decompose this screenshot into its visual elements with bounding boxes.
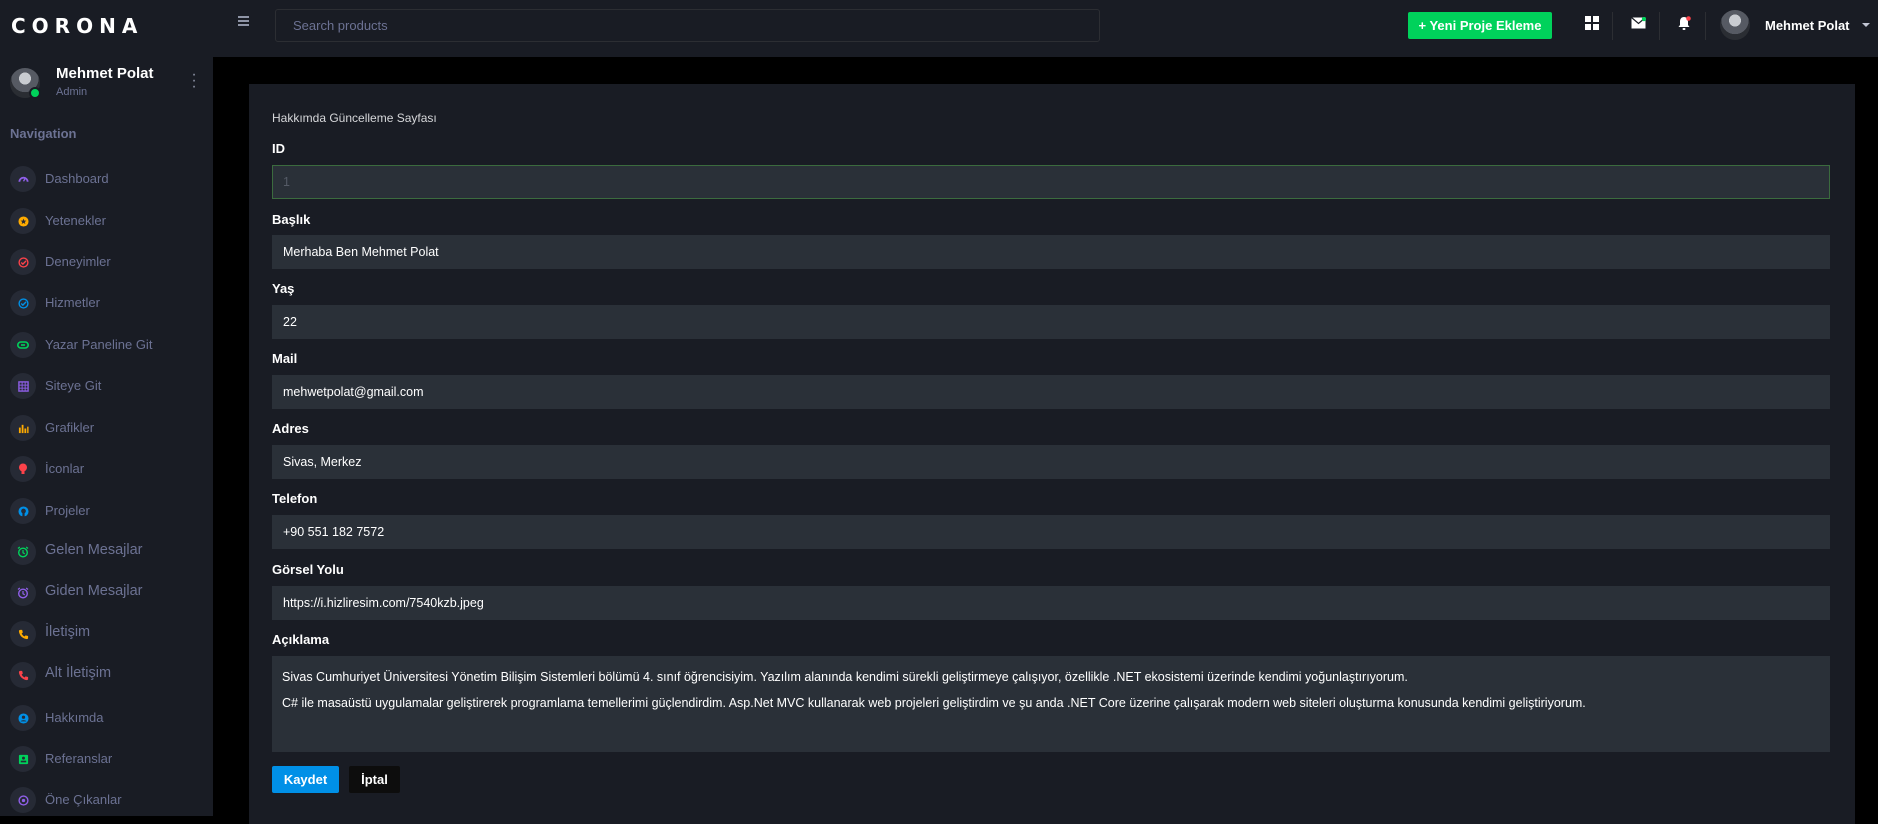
sidebar-item-giden-mesajlar[interactable]: Giden Mesajlar — [10, 578, 210, 608]
baslik-label: Başlık — [272, 212, 311, 227]
id-label: ID — [272, 141, 285, 156]
sidebar-item-projeler[interactable]: Projeler — [10, 496, 210, 526]
grid-icon[interactable] — [1583, 14, 1601, 32]
chevron-down-icon — [1862, 23, 1870, 27]
sidebar-item-label: Yazar Paneline Git — [45, 337, 153, 352]
id-field: 1 — [272, 165, 1830, 199]
about-edit-card: Hakkımda Güncelleme Sayfası ID 1 Başlık … — [249, 84, 1855, 824]
sidebar-item-gelen-mesajlar[interactable]: Gelen Mesajlar — [10, 537, 210, 567]
more-options-icon[interactable]: · · · — [190, 67, 198, 95]
sidebar-item-label: İconlar — [45, 461, 85, 476]
sidebar-item-yetenekler[interactable]: Yetenekler — [10, 206, 210, 236]
aciklama-line: Sivas Cumhuriyet Üniversitesi Yönetim Bi… — [282, 670, 1408, 684]
divider — [1705, 12, 1706, 40]
check-circle-icon — [10, 290, 36, 316]
telefon-label: Telefon — [272, 491, 318, 506]
sidebar-item-iconlar[interactable]: İconlar — [10, 454, 210, 484]
sidebar-item-label: Hizmetler — [45, 295, 100, 310]
sidebar-item-label: Yetenekler — [45, 213, 106, 228]
sidebar-item-iletisim[interactable]: İletişim — [10, 619, 210, 649]
telefon-field[interactable]: +90 551 182 7572 — [272, 515, 1830, 549]
online-status-dot — [29, 87, 41, 99]
aciklama-textarea[interactable]: Sivas Cumhuriyet Üniversitesi Yönetim Bi… — [272, 656, 1830, 752]
aciklama-line: C# ile masaüstü uygulamalar geliştirerek… — [282, 696, 1586, 710]
sidebar-item-label: Hakkımda — [45, 710, 104, 725]
new-project-button[interactable]: + Yeni Proje Ekleme — [1408, 12, 1552, 39]
sidebar-item-dashboard[interactable]: Dashboard — [10, 164, 210, 194]
play-circle-icon — [10, 787, 36, 813]
phone-icon — [10, 621, 36, 647]
menu-toggle-icon[interactable] — [238, 16, 249, 28]
sidebar-item-label: Grafikler — [45, 420, 95, 435]
sidebar-item-yazar-paneli[interactable]: Yazar Paneline Git — [10, 330, 210, 360]
table-icon — [10, 373, 36, 399]
sidebar-profile: Mehmet Polat Admin · · · — [10, 64, 205, 102]
account-icon — [10, 705, 36, 731]
lightbulb-icon — [10, 456, 36, 482]
divider — [1612, 12, 1613, 40]
search-input[interactable] — [275, 9, 1100, 42]
adres-field[interactable]: Sivas, Merkez — [272, 445, 1830, 479]
alarm-icon — [10, 539, 36, 565]
mail-field[interactable]: mehwetpolat@gmail.com — [272, 375, 1830, 409]
phone-icon — [10, 662, 36, 688]
alarm-icon — [10, 580, 36, 606]
speedometer-icon — [10, 166, 36, 192]
star-icon — [10, 208, 36, 234]
user-menu[interactable]: Mehmet Polat — [1720, 10, 1870, 42]
sidebar-item-label: İletişim — [45, 624, 91, 640]
cancel-button[interactable]: İptal — [349, 766, 400, 793]
sidebar-item-label: Referanslar — [45, 751, 113, 766]
sidebar-item-referanslar[interactable]: Referanslar — [10, 744, 210, 774]
bar-chart-icon — [10, 415, 36, 441]
page-title: Hakkımda Güncelleme Sayfası — [272, 111, 437, 125]
baslik-field[interactable]: Merhaba Ben Mehmet Polat — [272, 235, 1830, 269]
sidebar-item-label: Dashboard — [45, 171, 109, 186]
avatar — [1720, 10, 1750, 40]
profile-name: Mehmet Polat — [56, 65, 154, 82]
avatar[interactable] — [10, 68, 41, 99]
adres-label: Adres — [272, 421, 309, 436]
yas-label: Yaş — [272, 281, 295, 296]
yas-field[interactable]: 22 — [272, 305, 1830, 339]
gorsel-label: Görsel Yolu — [272, 562, 344, 577]
sidebar-item-label: Alt İletişim — [45, 665, 112, 681]
sidebar-item-grafikler[interactable]: Grafikler — [10, 413, 210, 443]
aciklama-label: Açıklama — [272, 632, 330, 647]
sidebar: CORONA Mehmet Polat Admin · · · Navigation… — [0, 0, 213, 816]
sidebar-item-label: Siteye Git — [45, 378, 102, 393]
sidebar-item-hakkimda[interactable]: Hakkımda — [10, 703, 210, 733]
sidebar-item-label: Projeler — [45, 503, 90, 518]
sidebar-item-label: Öne Çıkanlar — [45, 792, 122, 807]
sidebar-item-siteye-git[interactable]: Siteye Git — [10, 371, 210, 401]
github-icon — [10, 498, 36, 524]
nav-title: Navigation — [10, 126, 77, 141]
divider — [1659, 12, 1660, 40]
topbar: + Yeni Proje Ekleme Mehmet Polat — [213, 0, 1878, 57]
bell-icon[interactable] — [1675, 14, 1693, 32]
mail-label: Mail — [272, 351, 298, 366]
link-icon — [10, 332, 36, 358]
contact-card-icon — [10, 746, 36, 772]
sidebar-item-deneyimler[interactable]: Deneyimler — [10, 247, 210, 277]
gorsel-field[interactable]: https://i.hizliresim.com/7540kzb.jpeg — [272, 586, 1830, 620]
profile-role: Admin — [56, 86, 88, 98]
save-button[interactable]: Kaydet — [272, 766, 339, 793]
sidebar-item-one-cikanlar[interactable]: Öne Çıkanlar — [10, 785, 210, 815]
brand-logo[interactable]: CORONA — [11, 14, 143, 38]
check-circle-icon — [10, 249, 36, 275]
sidebar-item-hizmetler[interactable]: Hizmetler — [10, 288, 210, 318]
user-name: Mehmet Polat — [1765, 18, 1850, 33]
sidebar-item-label: Deneyimler — [45, 254, 111, 269]
sidebar-item-label: Giden Mesajlar — [45, 583, 143, 599]
sidebar-item-alt-iletisim[interactable]: Alt İletişim — [10, 660, 210, 690]
mail-icon[interactable] — [1629, 14, 1647, 32]
sidebar-item-label: Gelen Mesajlar — [45, 542, 143, 558]
